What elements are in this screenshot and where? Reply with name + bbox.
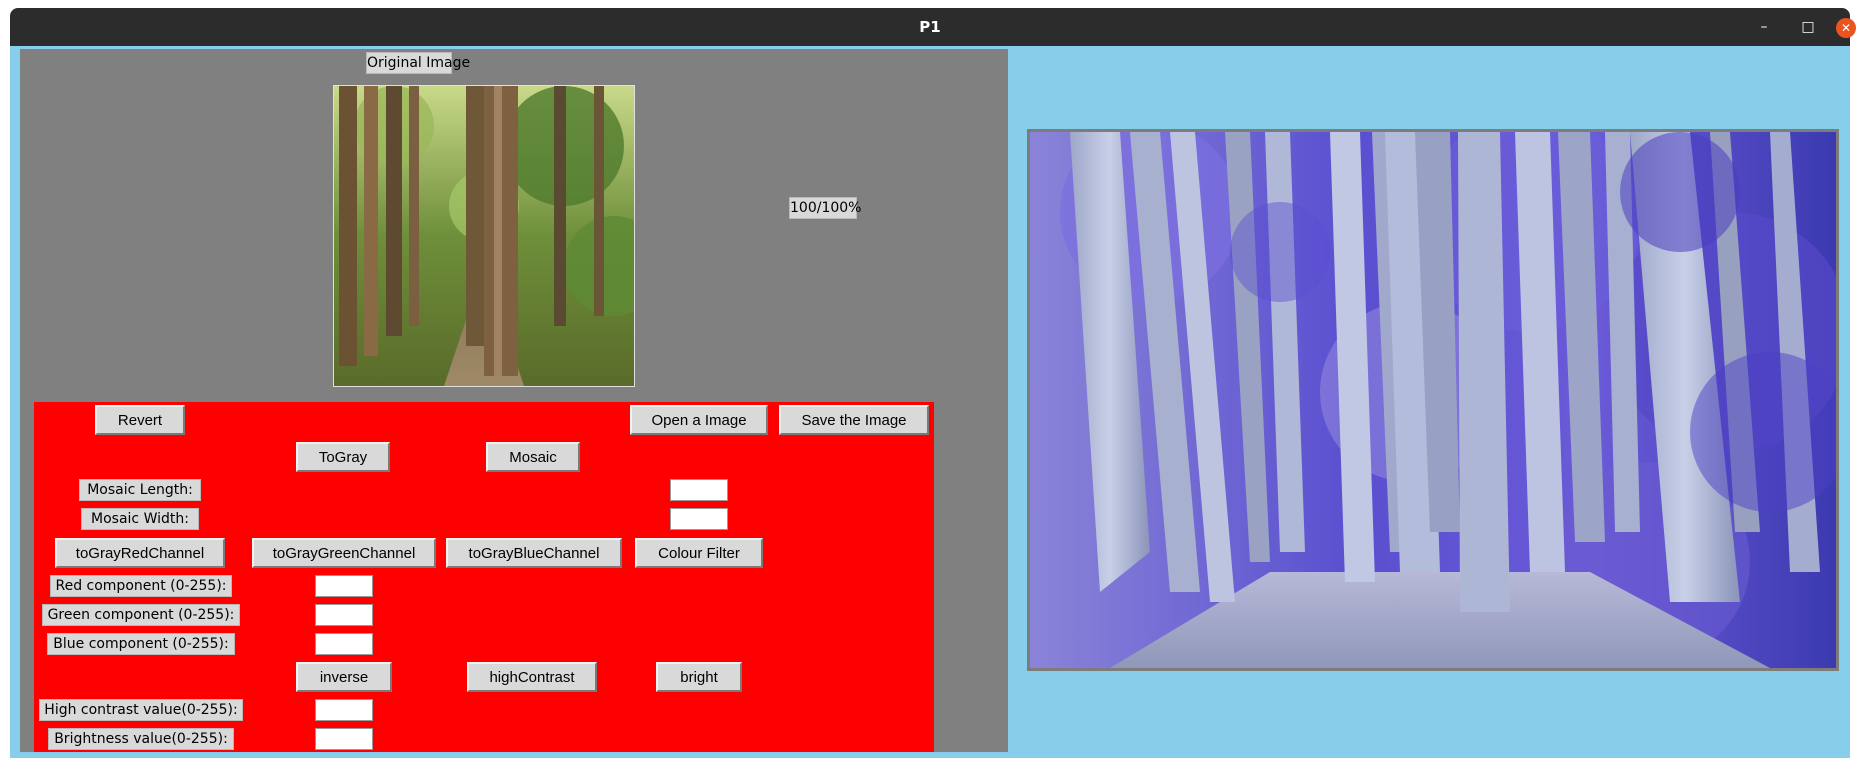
maximize-icon[interactable]: □ <box>1795 8 1821 46</box>
brightness-value-input[interactable] <box>315 728 373 750</box>
mosaic-width-input[interactable] <box>670 508 728 530</box>
zoom-label: 100/100% <box>789 197 861 219</box>
original-image-thumbnail <box>333 85 635 387</box>
mosaic-width-label: Mosaic Width: <box>81 508 199 530</box>
mosaic-length-label: Mosaic Length: <box>79 479 201 501</box>
high-contrast-value-input[interactable] <box>315 699 373 721</box>
original-image-label: Original Image <box>366 52 470 74</box>
forest-photo-inverted <box>1030 132 1836 668</box>
save-image-button[interactable]: Save the Image <box>779 405 929 435</box>
left-panel: Original Image 100/100% Revert Open a Im… <box>20 49 1008 752</box>
colour-filter-button[interactable]: Colour Filter <box>635 538 763 568</box>
processed-image-preview <box>1027 129 1839 671</box>
forest-photo-original <box>334 86 634 386</box>
app-window: Original Image 100/100% Revert Open a Im… <box>10 46 1850 758</box>
high-contrast-button[interactable]: highContrast <box>467 662 597 692</box>
high-contrast-value-label: High contrast value(0-255): <box>39 699 243 721</box>
to-gray-button[interactable]: ToGray <box>296 442 390 472</box>
window-title: P1 <box>919 18 941 36</box>
bright-button[interactable]: bright <box>656 662 742 692</box>
mosaic-length-input[interactable] <box>670 479 728 501</box>
brightness-value-label: Brightness value(0-255): <box>48 728 234 750</box>
red-component-input[interactable] <box>315 575 373 597</box>
green-component-label: Green component (0-255): <box>42 604 240 626</box>
to-gray-green-channel-button[interactable]: toGrayGreenChannel <box>252 538 436 568</box>
inverse-button[interactable]: inverse <box>296 662 392 692</box>
mosaic-button[interactable]: Mosaic <box>486 442 580 472</box>
blue-component-input[interactable] <box>315 633 373 655</box>
blue-component-label: Blue component (0-255): <box>47 633 235 655</box>
to-gray-red-channel-button[interactable]: toGrayRedChannel <box>55 538 225 568</box>
revert-button[interactable]: Revert <box>95 405 185 435</box>
close-icon[interactable]: ✕ <box>1836 18 1856 38</box>
minimize-icon[interactable]: – <box>1751 8 1777 46</box>
red-component-label: Red component (0-255): <box>50 575 232 597</box>
green-component-input[interactable] <box>315 604 373 626</box>
open-image-button[interactable]: Open a Image <box>630 405 768 435</box>
controls-panel: Revert Open a Image Save the Image ToGra… <box>34 402 934 752</box>
window-titlebar: P1 – □ ✕ <box>10 8 1856 46</box>
to-gray-blue-channel-button[interactable]: toGrayBlueChannel <box>446 538 622 568</box>
